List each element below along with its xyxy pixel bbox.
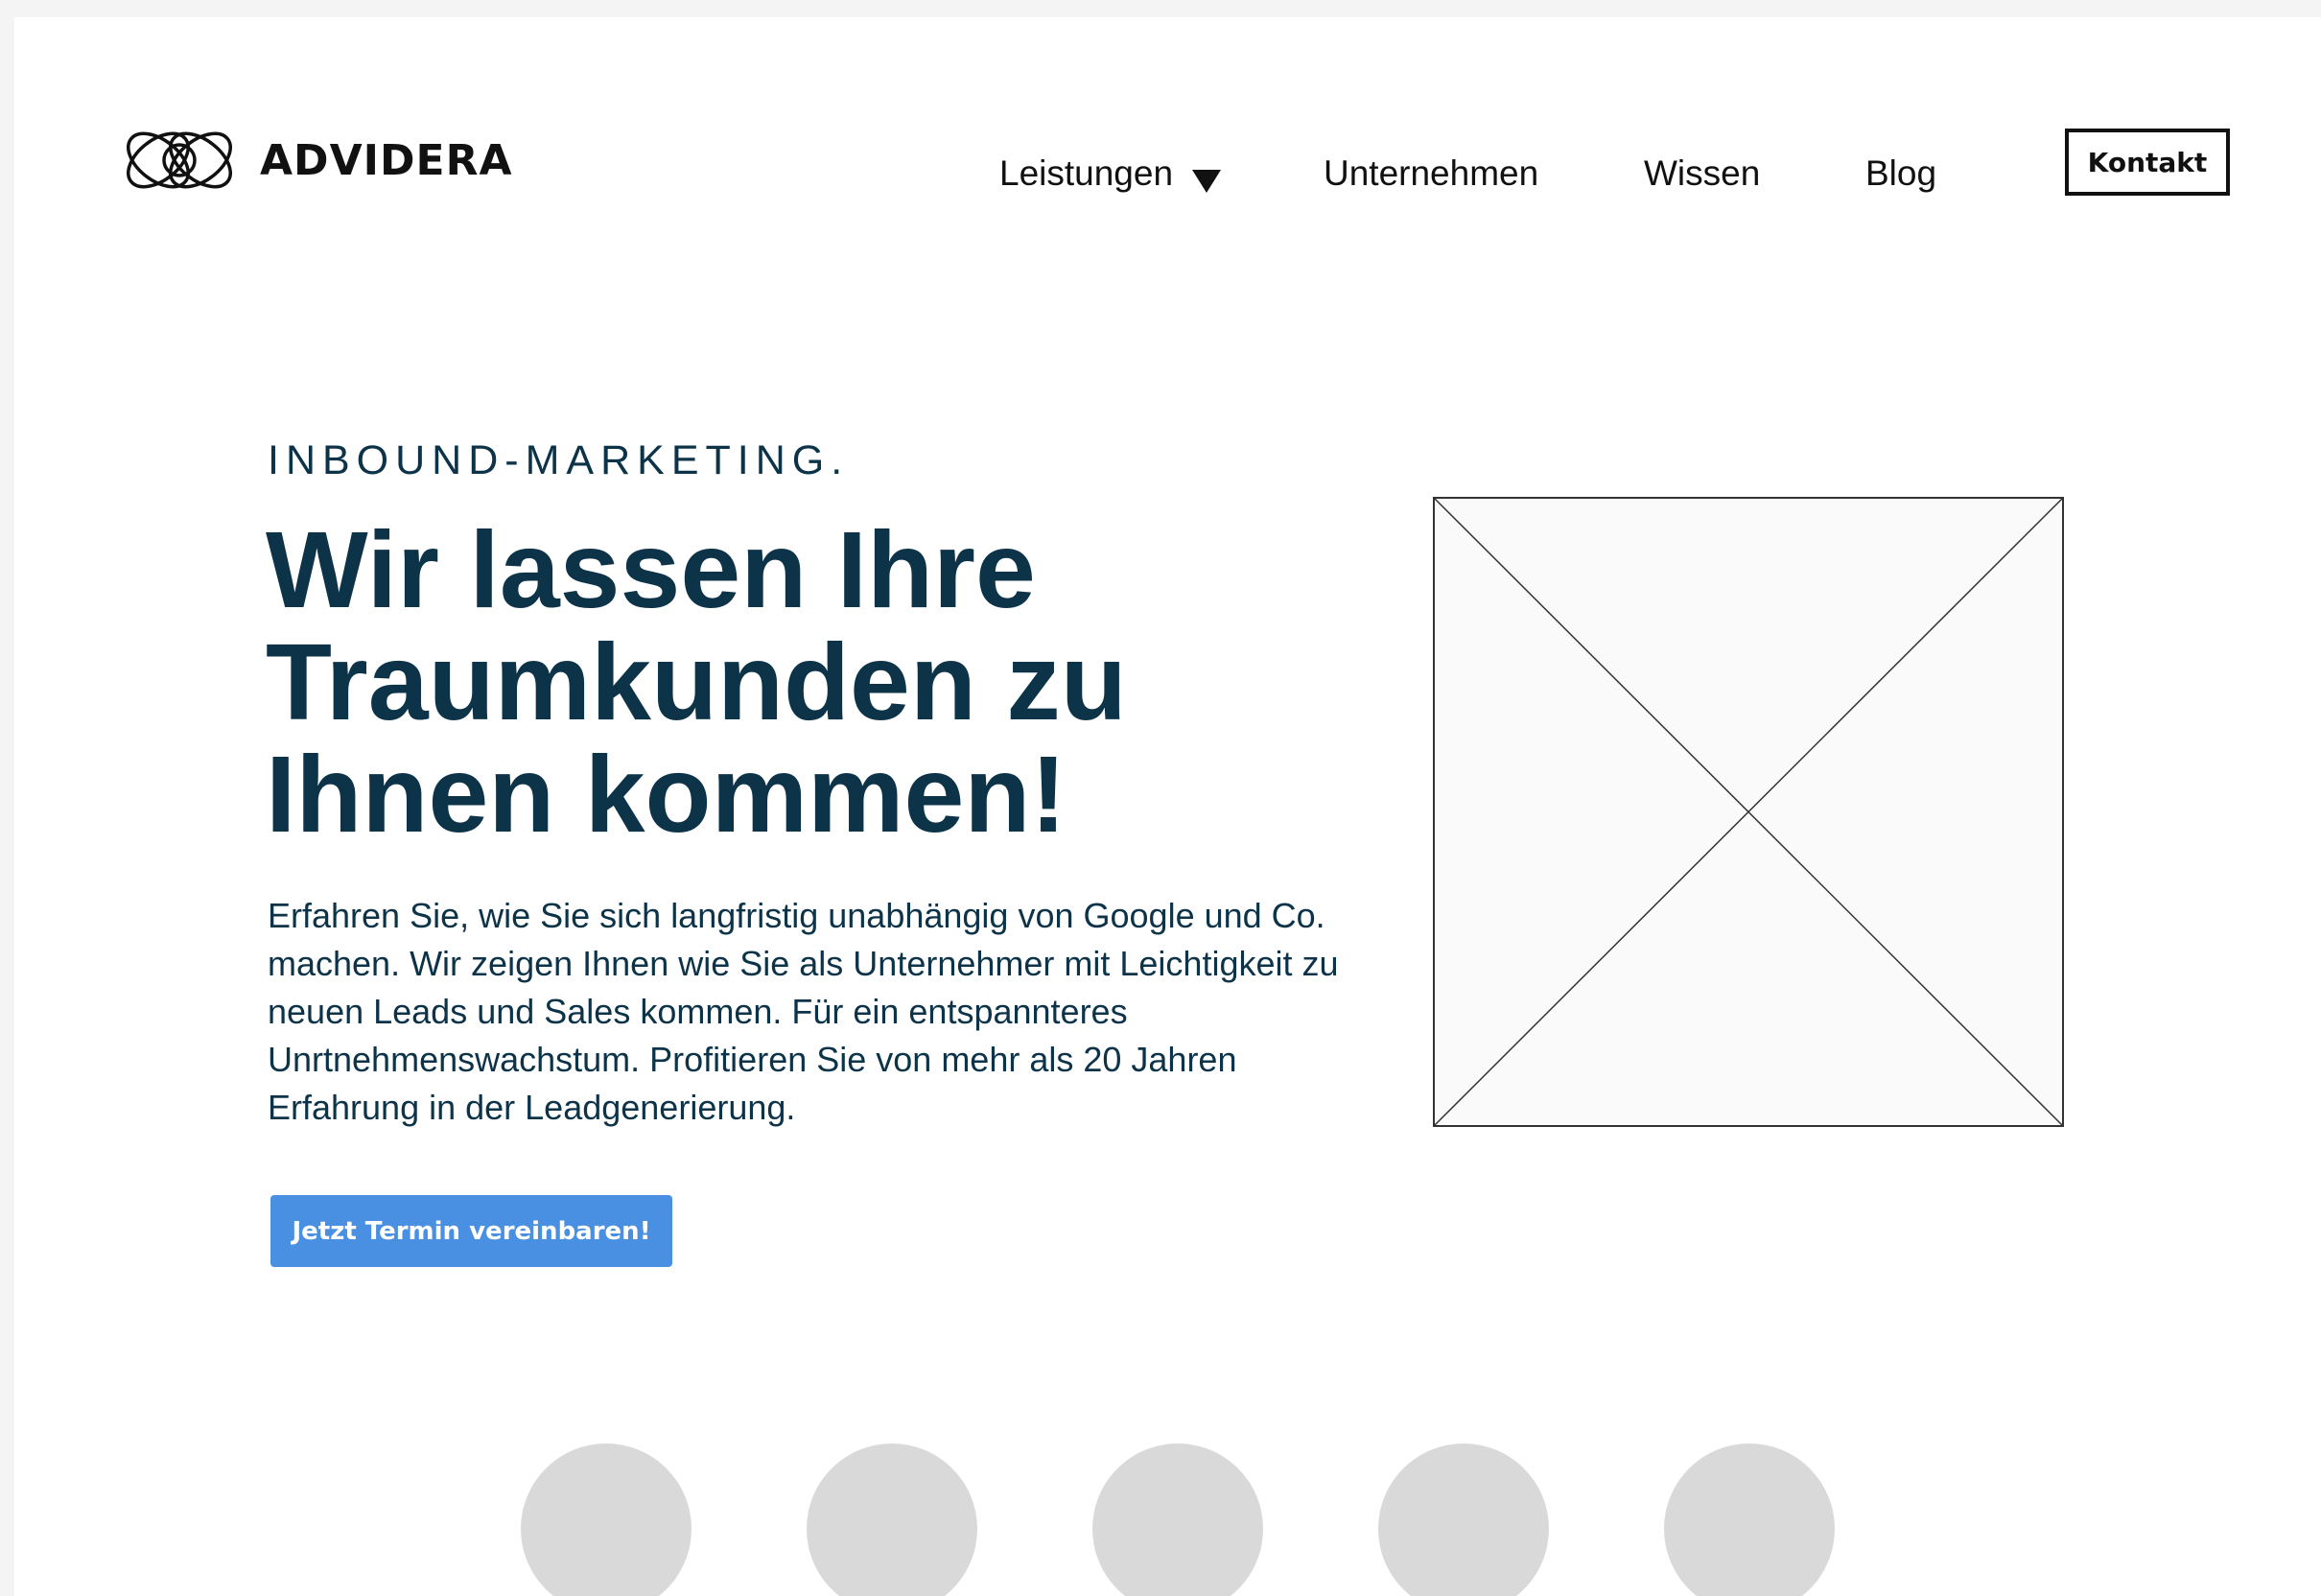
caret-down-icon <box>1192 170 1222 193</box>
avatar <box>521 1443 692 1596</box>
avatar <box>807 1443 977 1596</box>
page: ADVIDERA Leistungen Unternehmen Wissen B… <box>14 17 2321 1596</box>
image-placeholder <box>1433 497 2064 1127</box>
nav-item-blog[interactable]: Blog <box>1865 153 1936 194</box>
avatar <box>1092 1443 1263 1596</box>
avatar <box>1378 1443 1549 1596</box>
nav-item-wissen[interactable]: Wissen <box>1644 153 1760 194</box>
hero-body-text: Erfahren Sie, wie Sie sich langfristig u… <box>268 896 1339 1127</box>
avatar <box>1664 1443 1835 1596</box>
nav-item-leistungen[interactable]: Leistungen <box>999 153 1222 194</box>
main-nav: Leistungen Unternehmen Wissen Blog <box>14 153 2321 201</box>
nav-item-label: Leistungen <box>999 153 1174 193</box>
book-appointment-button[interactable]: Jetzt Termin vereinbaren! <box>270 1195 672 1267</box>
hero-eyebrow: INBOUND-MARKETING. <box>268 437 850 483</box>
contact-button[interactable]: Kontakt <box>2065 129 2230 196</box>
hero-headline: Wir lassen Ihre Traumkunden zu Ihnen kom… <box>266 509 1127 855</box>
nav-item-unternehmen[interactable]: Unternehmen <box>1324 153 1538 194</box>
